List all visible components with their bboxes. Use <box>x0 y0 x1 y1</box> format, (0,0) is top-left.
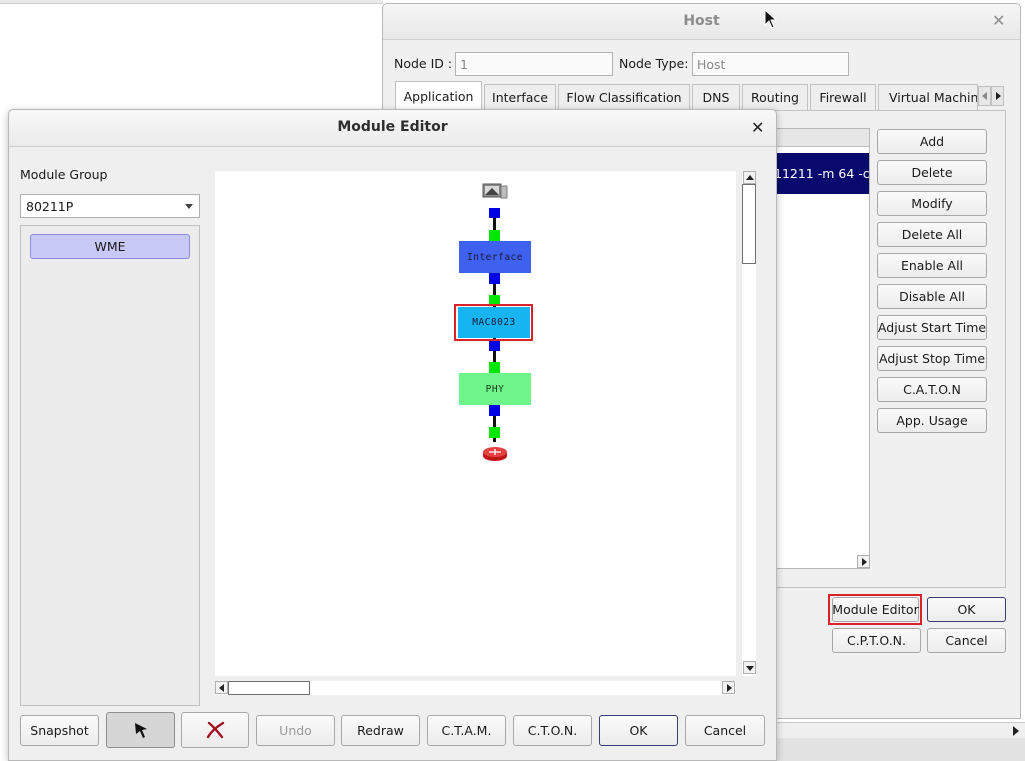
redraw-button[interactable]: Redraw <box>341 715 420 746</box>
app-usage-button[interactable]: App. Usage <box>877 408 987 433</box>
adjust-stop-time-button[interactable]: Adjust Stop Time <box>877 346 987 371</box>
node-type-label: Node Type: <box>619 56 689 71</box>
mac8023-block-label: MAC8023 <box>472 317 516 328</box>
application-table-row[interactable]: 11211 -m 64 -c 1 <box>771 153 869 194</box>
delete-all-button[interactable]: Delete All <box>877 222 987 247</box>
host-title-bar[interactable]: Host ✕ <box>383 4 1020 40</box>
chevron-down-icon <box>185 204 193 209</box>
pointer-arrow-icon <box>134 723 147 738</box>
background-scrollbar <box>770 722 1025 738</box>
port-in-square <box>489 362 500 373</box>
tab-interface[interactable]: Interface <box>484 84 556 110</box>
tab-scroll-left-icon[interactable] <box>978 86 991 106</box>
host-window-title: Host <box>683 13 720 29</box>
mouse-cursor-icon <box>764 9 778 29</box>
canvas-horizontal-scrollbar[interactable] <box>215 681 736 695</box>
cpton-button[interactable]: C.P.T.O.N. <box>832 628 921 653</box>
enable-all-button[interactable]: Enable All <box>877 253 987 278</box>
table-scroll-right-icon[interactable] <box>857 555 870 568</box>
module-editor-cancel-button[interactable]: Cancel <box>685 715 765 746</box>
application-table: 11211 -m 64 -c 1 <box>770 128 870 569</box>
router-icon[interactable] <box>481 446 509 462</box>
node-id-field[interactable]: 1 <box>455 52 613 76</box>
host-close-icon[interactable]: ✕ <box>992 11 1005 30</box>
horizontal-scroll-thumb[interactable] <box>228 681 310 695</box>
module-list-panel: WME <box>20 225 200 706</box>
module-group-label: Module Group <box>20 167 108 182</box>
mac8023-block[interactable]: MAC8023 <box>458 307 530 338</box>
background-window <box>0 0 383 4</box>
interface-block-label: Interface <box>467 251 523 263</box>
host-cancel-button[interactable]: Cancel <box>927 628 1006 653</box>
scroll-left-arrow-icon[interactable] <box>215 681 228 694</box>
delete-button[interactable]: Delete <box>877 160 987 185</box>
node-id-label: Node ID : <box>394 56 453 71</box>
modify-button[interactable]: Modify <box>877 191 987 216</box>
tab-flow-classification[interactable]: Flow Classification <box>558 84 690 110</box>
interface-block[interactable]: Interface <box>459 241 531 273</box>
scroll-right-arrow-icon[interactable] <box>722 681 735 694</box>
delete-tool-button[interactable] <box>181 712 249 748</box>
phy-block-label: PHY <box>485 383 505 395</box>
tab-dns[interactable]: DNS <box>692 84 740 110</box>
undo-button[interactable]: Undo <box>256 715 335 746</box>
module-list-item[interactable]: WME <box>30 234 190 259</box>
disable-all-button[interactable]: Disable All <box>877 284 987 309</box>
port-in-square <box>489 230 500 241</box>
select-tool-button[interactable] <box>106 712 175 748</box>
tab-scroll-right-icon[interactable] <box>991 86 1004 106</box>
vertical-scroll-thumb[interactable] <box>742 184 756 264</box>
ctam-button[interactable]: C.T.A.M. <box>427 715 506 746</box>
snapshot-button[interactable]: Snapshot <box>20 715 99 746</box>
scroll-up-arrow-icon[interactable] <box>743 171 756 184</box>
delete-x-icon <box>206 721 225 739</box>
module-group-value: 80211P <box>26 199 74 214</box>
background-status-bar <box>770 738 1025 761</box>
port-out-square <box>489 273 500 284</box>
module-editor-title-bar[interactable]: Module Editor ✕ <box>9 110 776 147</box>
module-editor-title: Module Editor <box>337 119 448 135</box>
tab-firewall[interactable]: Firewall <box>810 84 876 110</box>
module-editor-ok-button[interactable]: OK <box>599 715 678 746</box>
application-table-header <box>771 129 869 147</box>
phy-block[interactable]: PHY <box>459 373 531 405</box>
add-button[interactable]: Add <box>877 129 987 154</box>
module-editor-close-icon[interactable]: ✕ <box>751 118 764 137</box>
tab-application[interactable]: Application <box>395 81 482 111</box>
tab-routing[interactable]: Routing <box>742 84 808 110</box>
port-out-square <box>489 208 500 218</box>
node-type-field[interactable]: Host <box>692 52 849 76</box>
port-out-square <box>489 341 500 351</box>
host-monitor-icon[interactable] <box>482 182 508 200</box>
module-editor-button[interactable]: Module Editor <box>832 597 919 622</box>
tab-virtual-machine-label: Virtual Machine <box>889 90 978 105</box>
application-row-text: 11211 -m 64 -c 1 <box>774 166 869 181</box>
scroll-down-arrow-icon[interactable] <box>743 661 756 674</box>
tab-virtual-machine[interactable]: Virtual Machine <box>878 84 978 110</box>
host-ok-button[interactable]: OK <box>927 597 1006 622</box>
scroll-right-arrow-icon[interactable] <box>1013 726 1019 736</box>
adjust-start-time-button[interactable]: Adjust Start Time <box>877 315 987 340</box>
caton-button[interactable]: C.A.T.O.N <box>877 377 987 402</box>
port-out-square <box>489 405 500 416</box>
port-in-square <box>489 427 500 438</box>
canvas-vertical-scrollbar[interactable] <box>742 171 756 676</box>
cton-button[interactable]: C.T.O.N. <box>513 715 592 746</box>
module-group-select[interactable]: 80211P <box>20 194 200 218</box>
